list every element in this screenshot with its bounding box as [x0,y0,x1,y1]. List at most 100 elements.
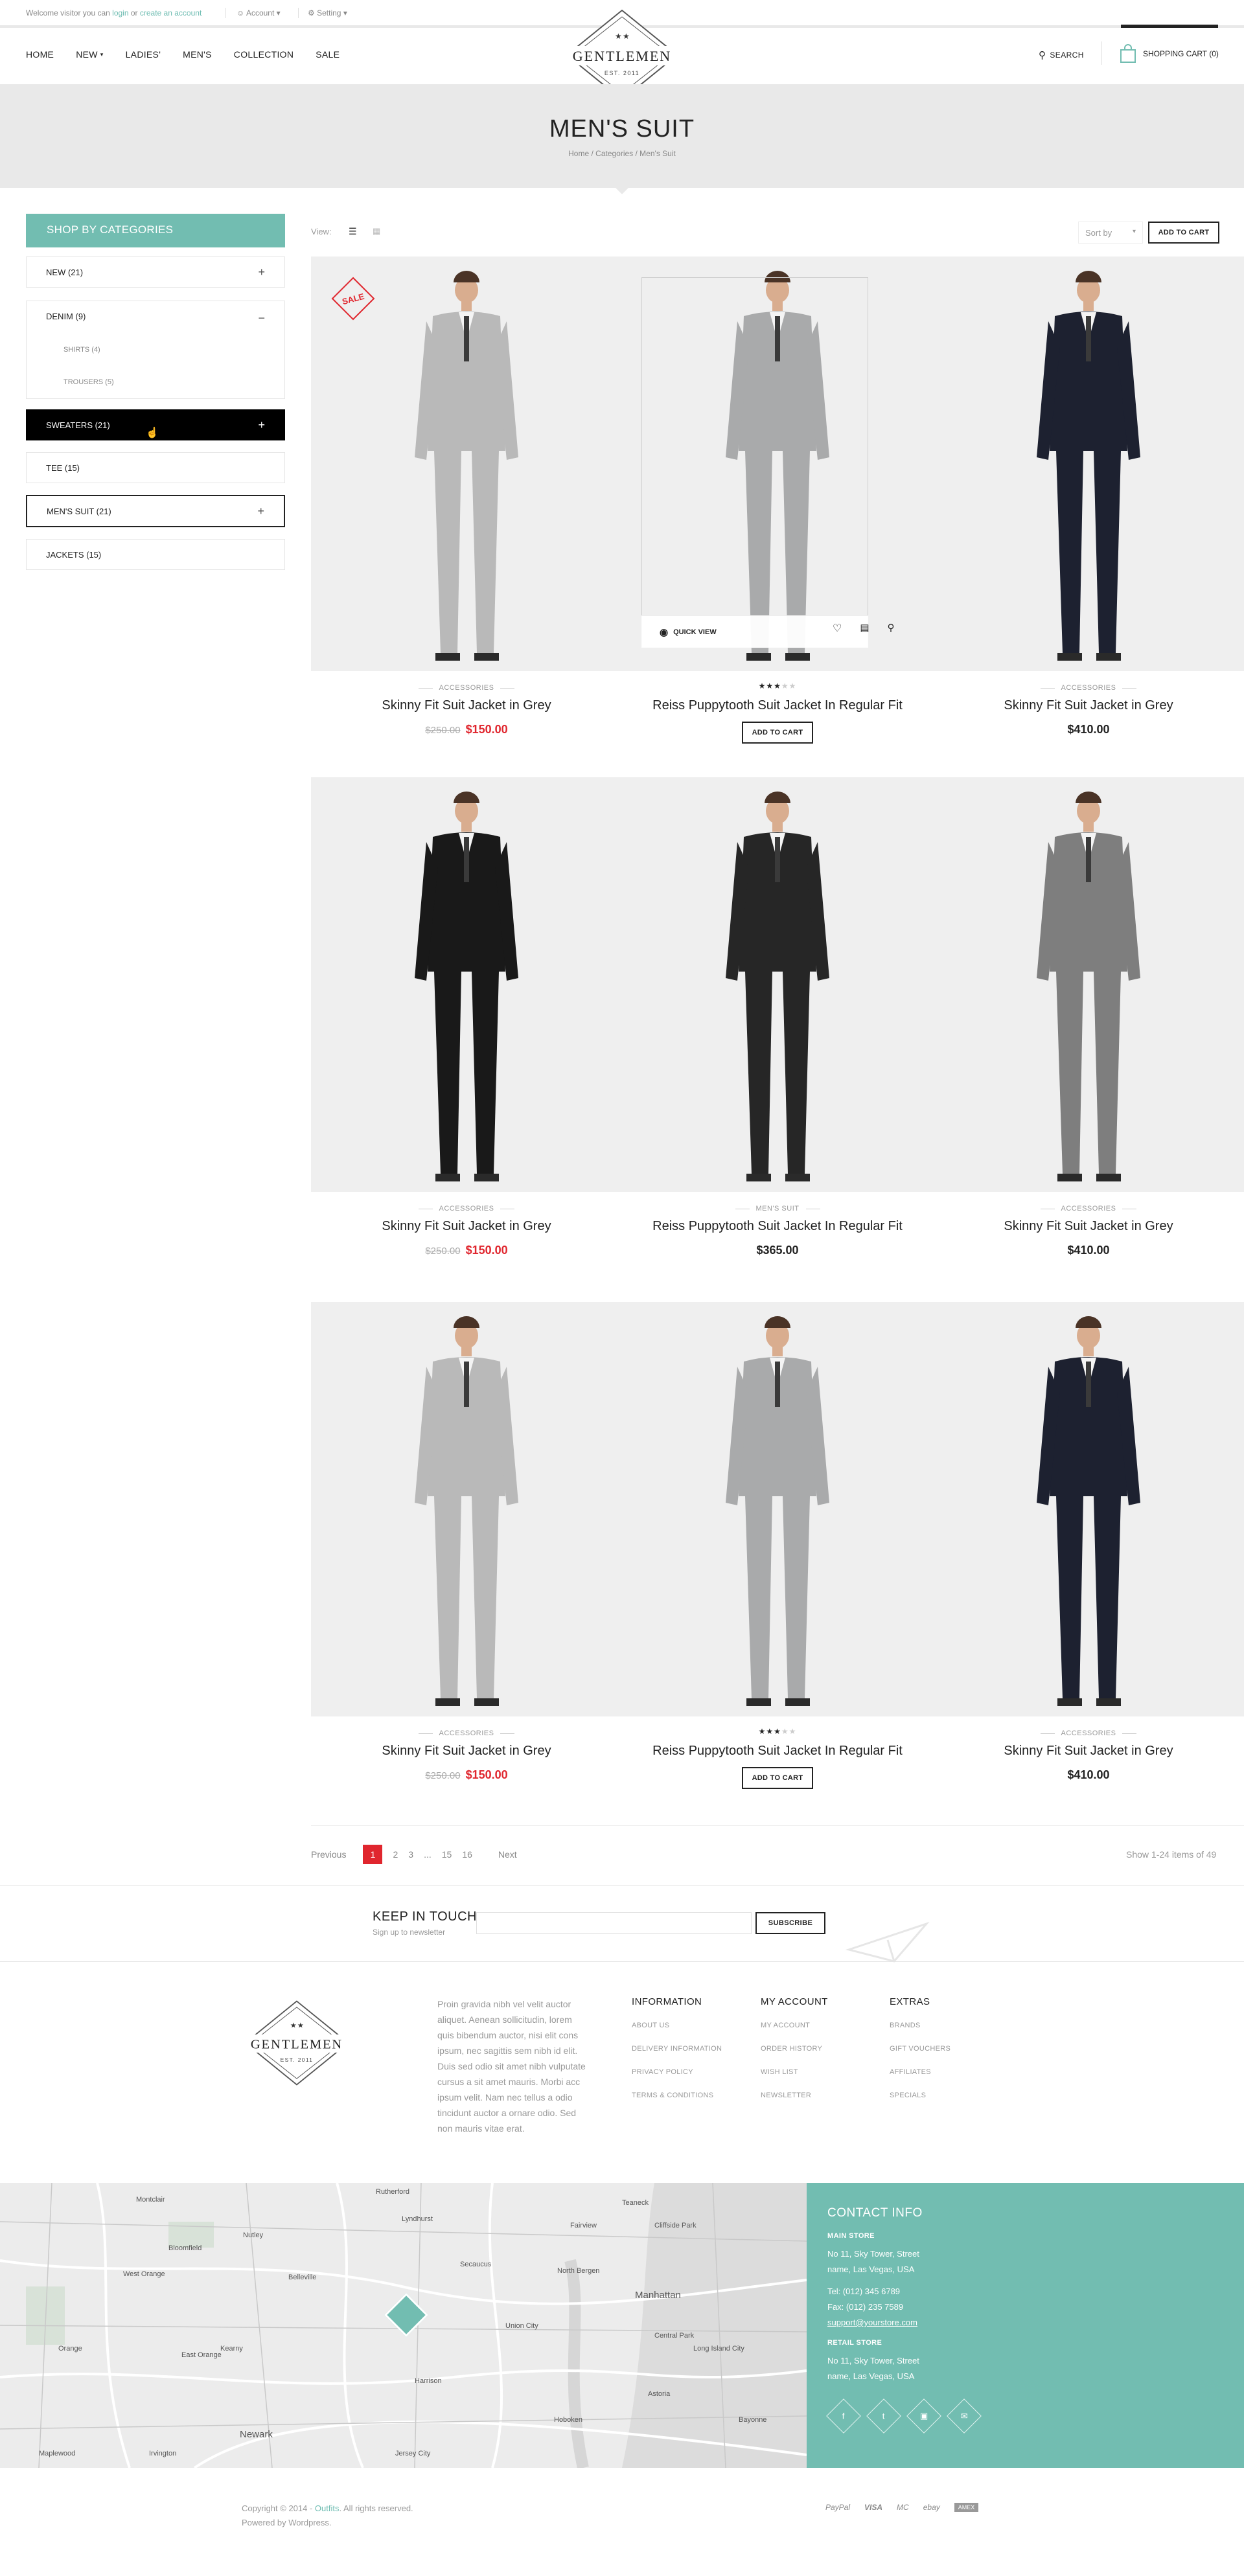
category-tee[interactable]: TEE (15) [26,452,285,483]
footer-link-privacy[interactable]: PRIVACY POLICY [632,2068,722,2076]
plus-icon[interactable]: + [258,418,265,432]
newsletter-email-input[interactable] [476,1912,752,1934]
product-name[interactable]: Skinny Fit Suit Jacket in Grey [933,1219,1244,1234]
twitter-icon[interactable]: t [866,2399,901,2434]
email-icon[interactable]: ✉ [947,2399,982,2434]
product-name[interactable]: Skinny Fit Suit Jacket in Grey [311,1744,622,1759]
page-15[interactable]: 15 [442,1849,452,1860]
subcategory-shirts[interactable]: SHIRTS (4) [63,346,100,354]
footer-link-gift-vouchers[interactable]: GIFT VOUCHERS [890,2045,950,2053]
list-view-icon[interactable]: ☰ [349,226,357,237]
footer-logo[interactable]: ★ ★ GENTLEMEN EST. 2011 [242,1996,352,2090]
product-category[interactable]: ACCESSORIES [933,684,1244,692]
footer-link-wish-list[interactable]: WISH LIST [761,2068,828,2076]
nav-ladies[interactable]: LADIES' [126,49,161,60]
create-account-link[interactable]: create an account [140,8,202,17]
nav-new[interactable]: NEW ▾ [76,49,103,60]
product-name[interactable]: Skinny Fit Suit Jacket in Grey [311,698,622,713]
pagination-prev[interactable]: Previous [311,1849,346,1860]
category-new[interactable]: NEW (21) + [26,256,285,288]
page-banner: MEN'S SUIT Home / Categories / Men's Sui… [0,84,1244,188]
divider [225,8,226,18]
subcategory-trousers[interactable]: TROUSERS (5) [63,378,114,386]
category-mens-suit[interactable]: MEN'S SUIT (21) + [26,495,285,527]
nav-home[interactable]: HOME [26,49,54,60]
add-to-cart-button[interactable]: ADD TO CART [1148,222,1219,244]
footer-link-newsletter[interactable]: NEWSLETTER [761,2092,828,2099]
sale-badge: SALE [330,276,376,321]
footer-link-brands[interactable]: BRANDS [890,2022,950,2029]
footer-link-about-us[interactable]: ABOUT US [632,2022,722,2029]
footer-link-terms[interactable]: TERMS & CONDITIONS [632,2092,722,2099]
plus-icon[interactable]: + [258,266,265,279]
product-name[interactable]: Reiss Puppytooth Suit Jacket In Regular … [622,1744,933,1759]
map-place-label: Orange [58,2345,82,2353]
login-link[interactable]: login [112,8,128,17]
product-name[interactable]: Skinny Fit Suit Jacket in Grey [933,1744,1244,1759]
product-category[interactable]: ACCESSORIES [933,1729,1244,1737]
nav-sale[interactable]: SALE [316,49,340,60]
footer-link-specials[interactable]: SPECIALS [890,2092,950,2099]
footer-link-my-account[interactable]: MY ACCOUNT [761,2022,828,2029]
items-count: Show 1-24 items of 49 [1126,1849,1217,1860]
page-3[interactable]: 3 [408,1849,413,1860]
product-category[interactable]: ACCESSORIES [311,1729,622,1737]
sort-select[interactable]: Sort by ▾ [1078,222,1143,244]
page-1[interactable]: 1 [363,1845,383,1864]
shopping-cart[interactable]: SHOPPING CART (0) [1120,44,1219,63]
newsletter-subtitle: Sign up to newsletter [373,1928,446,1937]
add-to-cart-button[interactable]: ADD TO CART [742,722,813,744]
page-2[interactable]: 2 [393,1849,398,1860]
facebook-icon[interactable]: f [826,2399,861,2434]
account-dropdown[interactable]: ☺ Account ▾ [236,8,281,17]
product-image[interactable] [622,777,933,1192]
quick-view-button[interactable]: QUICK VIEW [673,628,717,636]
heart-icon[interactable]: ♡ [833,622,842,635]
product-name[interactable]: Reiss Puppytooth Suit Jacket In Regular … [622,1219,933,1234]
product-category[interactable]: ACCESSORIES [311,684,622,692]
product-category[interactable]: ACCESSORIES [311,1205,622,1213]
compare-icon[interactable]: ▤ [860,622,869,635]
add-to-cart-button[interactable]: ADD TO CART [742,1767,813,1789]
product-category[interactable]: MEN'S SUIT [622,1205,933,1213]
product-image[interactable] [933,777,1244,1192]
product-price: $250.00 $150.00 [311,1768,622,1782]
product-image[interactable] [311,1302,622,1716]
product-name[interactable]: Skinny Fit Suit Jacket in Grey [933,698,1244,713]
breadcrumb[interactable]: Home / Categories / Men's Suit [0,149,1244,158]
email-link[interactable]: support@yourstore.com [827,2318,1223,2327]
subscribe-button[interactable]: SUBSCRIBE [755,1912,825,1934]
brand-link[interactable]: Outfits [315,2503,340,2513]
store-map[interactable]: Montclair Bloomfield West Orange Belleville… [0,2183,807,2468]
instagram-icon[interactable]: ▣ [906,2399,941,2434]
pagination-next[interactable]: Next [498,1849,517,1860]
setting-dropdown[interactable]: ⚙ Setting ▾ [308,8,347,17]
fax: Fax: (012) 235 7589 [827,2302,904,2312]
plus-icon[interactable]: + [257,505,264,518]
search-icon[interactable]: ⚲ [888,622,895,635]
search-button[interactable]: ⚲ SEARCH [1039,49,1084,61]
chevron-down-icon: ▾ [276,8,281,17]
nav-mens[interactable]: MEN'S [183,49,212,60]
footer-link-order-history[interactable]: ORDER HISTORY [761,2045,828,2053]
nav-collection[interactable]: COLLECTION [234,49,294,60]
footer-link-delivery[interactable]: DELIVERY INFORMATION [632,2045,722,2053]
map-place-label: Montclair [136,2196,165,2204]
map-place-label: Maplewood [39,2450,76,2457]
product-image[interactable] [933,256,1244,671]
shopping-bag-icon [1120,44,1136,63]
product-name[interactable]: Reiss Puppytooth Suit Jacket In Regular … [622,698,933,713]
category-jackets[interactable]: JACKETS (15) [26,539,285,570]
sale-price: $150.00 [465,1768,508,1781]
product-category[interactable]: ACCESSORIES [933,1205,1244,1213]
product-image[interactable] [622,1302,933,1716]
product-name[interactable]: Skinny Fit Suit Jacket in Grey [311,1219,622,1234]
product-image[interactable] [933,1302,1244,1716]
eye-icon: ◉ [660,626,669,638]
footer-link-affiliates[interactable]: AFFILIATES [890,2068,950,2076]
minus-icon[interactable]: − [258,312,265,325]
product-image[interactable] [311,777,622,1192]
page-16[interactable]: 16 [462,1849,472,1860]
svg-text:★: ★ [297,2022,304,2030]
grid-view-icon[interactable]: ▦ [373,226,380,236]
